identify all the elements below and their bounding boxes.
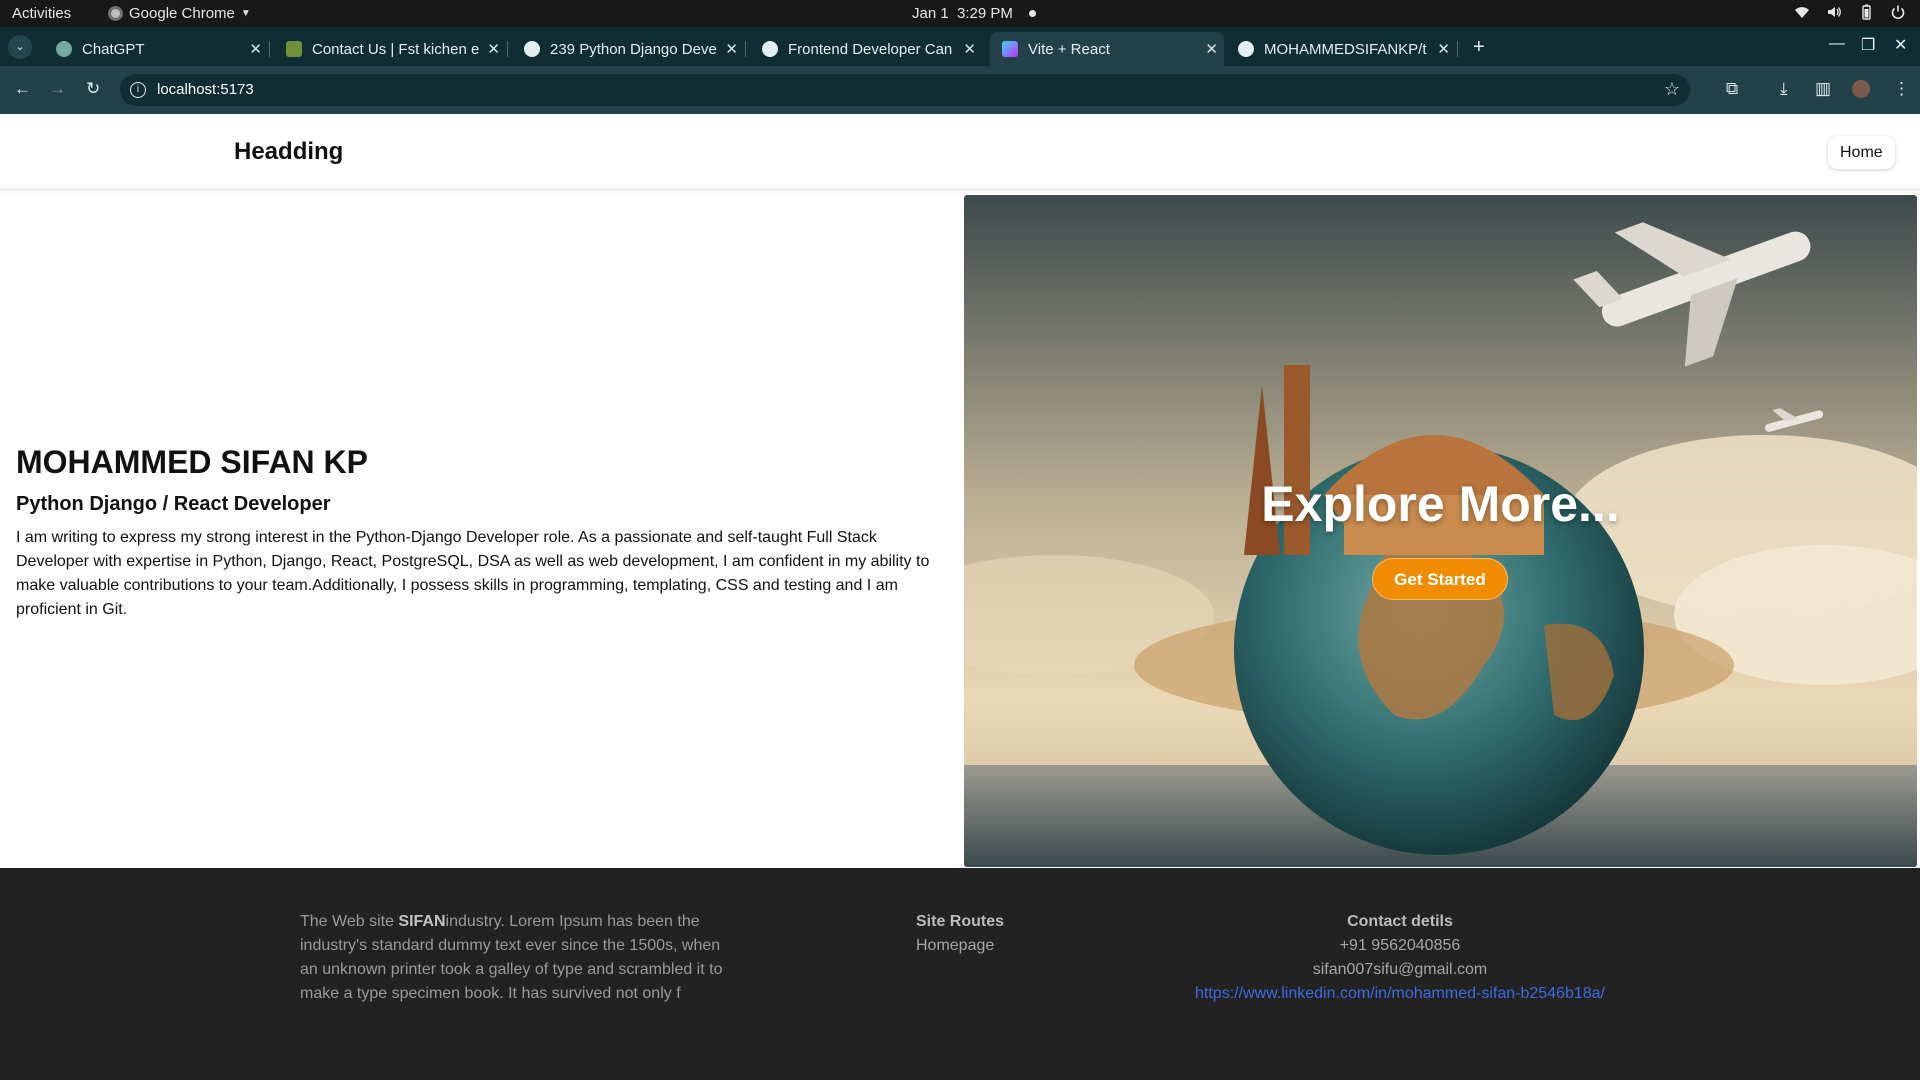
tab-vite-react[interactable]: Vite + React ✕: [990, 32, 1224, 66]
tab-title: Vite + React: [1028, 40, 1110, 58]
window-close-icon[interactable]: ✕: [1894, 35, 1907, 55]
app-menu[interactable]: Google Chrome ▼: [108, 5, 251, 22]
close-icon[interactable]: ✕: [1205, 40, 1218, 58]
volume-icon: [1826, 4, 1842, 20]
address-bar[interactable]: i localhost:5173 ☆: [120, 74, 1690, 106]
site-footer: The Web site SIFANindustry. Lorem Ipsum …: [0, 868, 1920, 1080]
chatgpt-icon: [56, 41, 72, 57]
contact-heading: Contact detils: [1347, 913, 1453, 930]
chevron-down-icon: ⌄: [15, 41, 25, 53]
intro-paragraph: I am writing to express my strong intere…: [16, 529, 930, 618]
tab-title: MOHAMMEDSIFANKP/t: [1264, 40, 1427, 58]
clock[interactable]: Jan 1 3:29 PM: [912, 5, 1036, 22]
web-page: Headding Home MOHAMMED SIFAN KP Python D…: [0, 114, 1920, 1080]
tab-divider: [1457, 41, 1458, 57]
close-icon[interactable]: ✕: [963, 40, 976, 58]
tab-chatgpt[interactable]: ChatGPT ✕: [44, 32, 270, 66]
tab-divider: [507, 41, 508, 57]
extensions-icon[interactable]: ⧉: [1726, 79, 1738, 99]
developer-role: Python Django / React Developer: [16, 493, 331, 515]
url-text[interactable]: localhost:5173: [157, 81, 254, 98]
developer-name: MOHAMMED SIFAN KP: [16, 444, 368, 480]
get-started-button[interactable]: Get Started: [1372, 558, 1508, 600]
site-info-icon[interactable]: i: [130, 82, 146, 98]
routes-heading: Site Routes: [916, 913, 1005, 930]
site-brand[interactable]: Headding: [234, 138, 343, 166]
power-icon: [1890, 4, 1906, 20]
tab-github-repo[interactable]: MOHAMMEDSIFANKP/t ✕: [1226, 32, 1458, 66]
notification-dot: [1028, 10, 1036, 17]
tab-title: Contact Us | Fst kichen e: [312, 40, 480, 58]
close-icon[interactable]: ✕: [487, 40, 500, 58]
forward-icon[interactable]: →: [49, 79, 66, 99]
chrome-icon: [108, 6, 123, 21]
date: Jan 1: [912, 5, 949, 22]
about-prefix: The Web site: [300, 913, 399, 930]
hero-title: Explore More...: [1261, 476, 1620, 532]
caret-down-icon: ▼: [240, 8, 251, 19]
vite-icon: [1002, 41, 1018, 57]
time: 3:29 PM: [957, 5, 1013, 22]
intro-section: MOHAMMED SIFAN KP Python Django / React …: [16, 444, 936, 622]
footer-contact: Contact detils +91 9562040856 sifan007si…: [1000, 910, 1800, 1006]
footer-about: The Web site SIFANindustry. Lorem Ipsum …: [300, 910, 740, 1006]
info-icon: [524, 41, 540, 57]
back-icon[interactable]: ←: [14, 79, 31, 99]
nav-home-link[interactable]: Home: [1828, 136, 1895, 169]
tab-divider: [269, 41, 270, 57]
close-icon[interactable]: ✕: [249, 40, 262, 58]
tab-title: Frontend Developer Can: [788, 40, 953, 58]
hero-banner: Explore More... Get Started: [964, 195, 1917, 867]
tab-contact-us[interactable]: Contact Us | Fst kichen e ✕: [274, 32, 508, 66]
more-menu-icon[interactable]: ⋮: [1893, 79, 1910, 99]
bookmark-star-icon[interactable]: ☆: [1664, 79, 1680, 100]
tab-title: ChatGPT: [82, 40, 145, 58]
close-icon[interactable]: ✕: [1437, 40, 1450, 58]
app-name: Google Chrome: [129, 5, 235, 22]
github-icon: [1238, 41, 1254, 57]
browser-toolbar: ← → ↻ i localhost:5173 ☆ ⧉ ⤓ ▥ ⋮: [0, 66, 1920, 114]
battery-icon: [1858, 4, 1874, 20]
system-tray[interactable]: [1794, 4, 1906, 20]
tab-frontend-developer[interactable]: Frontend Developer Can ✕: [750, 32, 982, 66]
tab-divider: [745, 41, 746, 57]
tab-strip: ⌄ ChatGPT ✕ Contact Us | Fst kichen e ✕ …: [0, 27, 1920, 66]
reload-icon[interactable]: ↻: [86, 79, 100, 99]
new-tab-button[interactable]: +: [1473, 36, 1485, 59]
linkedin-link[interactable]: https://www.linkedin.com/in/mohammed-sif…: [1195, 985, 1605, 1002]
tab-title: 239 Python Django Deve: [550, 40, 717, 58]
maximize-icon[interactable]: ❐: [1861, 35, 1875, 55]
system-top-bar: Activities Google Chrome ▼ Jan 1 3:29 PM: [0, 0, 1920, 27]
download-icon[interactable]: ⤓: [1780, 79, 1788, 99]
site-navbar: Headding Home: [0, 114, 1920, 190]
activities-button[interactable]: Activities: [12, 5, 71, 22]
contact-phone: +91 9562040856: [1339, 937, 1461, 954]
about-brand: SIFAN: [398, 913, 446, 930]
wifi-icon: [1794, 4, 1810, 20]
github-icon: [762, 41, 778, 57]
site-favicon-icon: [286, 41, 302, 57]
contact-email: sifan007sifu@gmail.com: [1312, 961, 1488, 978]
profile-avatar[interactable]: [1852, 80, 1870, 98]
side-panel-icon[interactable]: ▥: [1815, 79, 1831, 99]
minimize-icon[interactable]: —: [1829, 35, 1845, 53]
footer-routes: Site Routes Homepage: [916, 910, 1004, 958]
tab-search-button[interactable]: ⌄: [8, 35, 32, 59]
close-icon[interactable]: ✕: [725, 40, 738, 58]
route-link-homepage[interactable]: Homepage: [916, 934, 1004, 958]
tab-python-django[interactable]: 239 Python Django Deve ✕: [512, 32, 746, 66]
